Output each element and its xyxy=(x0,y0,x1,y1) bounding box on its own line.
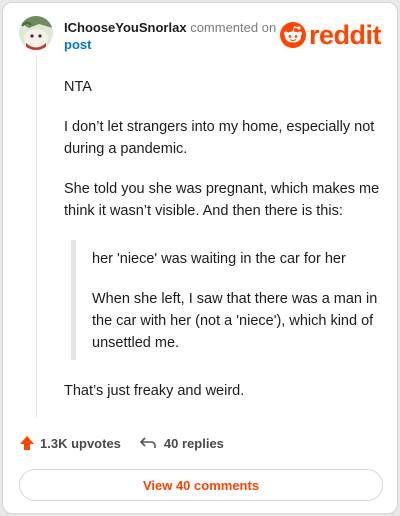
reddit-snoo-icon xyxy=(279,22,306,48)
comment-card: IChooseYouSnorlax commented on post redd… xyxy=(2,2,398,514)
comment-paragraph: NTA xyxy=(64,79,92,95)
post-link[interactable]: post xyxy=(64,37,91,52)
comment-paragraph: She told you she was pregnant, which mak… xyxy=(64,181,380,219)
quote-paragraph: When she left, I saw that there was a ma… xyxy=(92,291,378,351)
reply-arrow-icon xyxy=(139,437,156,448)
quote-paragraph: her 'niece' was waiting in the car for h… xyxy=(92,251,346,267)
upvote-count: 1.3K upvotes xyxy=(40,435,121,451)
view-comments-button[interactable]: View 40 comments xyxy=(19,469,383,501)
replies-button[interactable]: 40 replies xyxy=(139,436,224,451)
reddit-logo[interactable]: reddit xyxy=(279,20,382,50)
upvote-button[interactable]: 1.3K upvotes xyxy=(19,435,121,451)
thread-line[interactable] xyxy=(36,55,37,417)
blockquote: her 'niece' was waiting in the car for h… xyxy=(71,240,380,360)
comment-paragraph: That’s just freaky and weird. xyxy=(64,383,245,399)
snoo-avatar-icon xyxy=(19,16,53,50)
upvote-arrow-icon xyxy=(20,436,34,450)
avatar[interactable] xyxy=(19,16,53,50)
reddit-wordmark: reddit xyxy=(308,20,382,50)
reply-count: 40 replies xyxy=(163,435,224,451)
username[interactable]: IChooseYouSnorlax xyxy=(64,20,187,35)
comment-actions: 1.3K upvotes 40 replies xyxy=(19,435,224,451)
commented-on-label: commented on xyxy=(190,20,277,35)
comment-header: IChooseYouSnorlax commented on post xyxy=(64,19,276,53)
comment-body: NTA I don’t let strangers into my home, … xyxy=(64,76,380,420)
comment-paragraph: I don’t let strangers into my home, espe… xyxy=(64,119,375,157)
